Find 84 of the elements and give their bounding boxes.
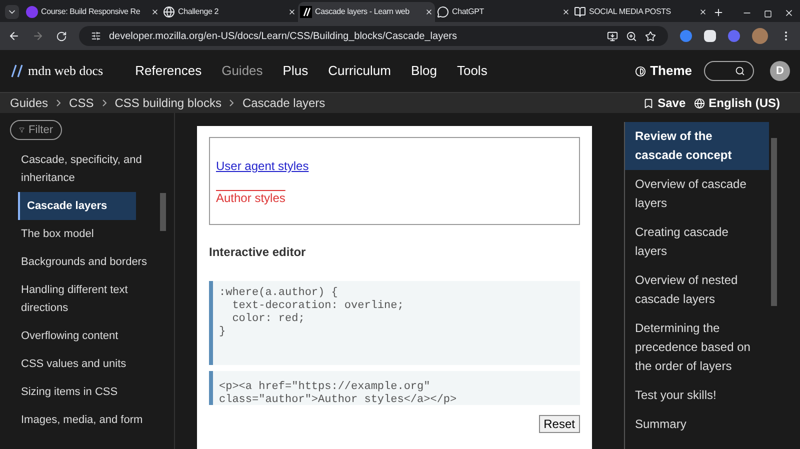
toc-link[interactable]: Determining the precedence based on the order of layers [625, 314, 769, 381]
toc-link[interactable]: Summary [625, 410, 769, 439]
html-editor[interactable]: <p><a href="https://example.org" class="author">Author styles</a></p> [209, 371, 580, 405]
sidebar-link[interactable]: CSS values and units [10, 350, 160, 378]
chevron-icon [56, 99, 62, 107]
close-icon[interactable] [151, 8, 159, 16]
site-logo[interactable]: mdn web docs [10, 61, 104, 81]
logo-icon [10, 64, 24, 78]
search-icon [735, 66, 745, 76]
code-line: text-decoration: overline; [231, 300, 405, 313]
filter-icon [19, 126, 25, 134]
close-icon[interactable] [699, 8, 707, 16]
nav-link[interactable]: Curriculum [328, 61, 391, 81]
toc-link[interactable]: Overview of nested cascade layers [625, 266, 769, 314]
breadcrumb-link[interactable]: CSS building blocks [114, 94, 222, 112]
url-field[interactable]: developer.mozilla.org/en-US/docs/Learn/CSS/Building_blocks/Cascade_layers [79, 26, 668, 46]
language-button[interactable]: English (US) [694, 94, 780, 112]
breadcrumb-link[interactable]: Guides [10, 94, 48, 112]
breadcrumb-link[interactable]: CSS [69, 94, 94, 112]
nav-link[interactable]: References [135, 61, 202, 81]
back-icon[interactable] [8, 30, 20, 42]
install-icon[interactable] [607, 30, 618, 42]
bookmark-star-icon[interactable] [645, 30, 656, 42]
example-link[interactable]: User agent styles [216, 157, 309, 175]
css-editor[interactable]: :where(a.author) { text-decoration: overline; color: red; } [209, 281, 580, 365]
site-info-icon[interactable] [91, 31, 101, 41]
book-icon [574, 6, 586, 18]
sidebar-link[interactable]: Handling different text directions [10, 276, 160, 322]
browser-tab[interactable]: Course: Build Responsive Re [24, 2, 161, 22]
scrollbar-thumb[interactable] [771, 138, 777, 306]
chevron-icon [102, 99, 107, 107]
globe-icon [163, 6, 175, 18]
toc-link[interactable]: Overview of cascade layers [625, 170, 769, 218]
breadcrumb-link[interactable]: Cascade layers [242, 94, 326, 112]
sidebar-link[interactable]: The box model [10, 220, 160, 248]
bookmark-icon [642, 98, 654, 108]
toc-link[interactable]: Review of the cascade concept [625, 122, 769, 170]
sidebar-link[interactable]: Cascade, specificity, and inheritance [10, 146, 160, 192]
filter-field[interactable]: Filter [10, 120, 62, 140]
browser-tab[interactable]: SOCIAL MEDIA POSTS [572, 2, 709, 22]
code-line: } [219, 326, 227, 339]
chat-icon [437, 6, 449, 18]
reload-icon[interactable] [56, 30, 67, 42]
section-heading: Interactive editor [209, 244, 307, 261]
logo-icon [300, 6, 312, 18]
zoom-icon[interactable] [626, 30, 637, 42]
profile-avatar[interactable] [752, 28, 768, 44]
example-link[interactable]: Author styles [216, 189, 286, 207]
search-button[interactable] [704, 61, 754, 81]
course-icon [26, 6, 38, 18]
sidebar-link[interactable]: Backgrounds and borders [10, 248, 160, 276]
sidebar-link[interactable]: Images, media, and form [10, 406, 160, 434]
close-icon[interactable] [562, 8, 570, 16]
sidebar-link[interactable]: Sizing items in CSS [10, 378, 160, 406]
code-line: color: red; [231, 313, 306, 326]
browser-tab[interactable]: Cascade layers - Learn web [298, 2, 435, 22]
tab-list-icon[interactable] [5, 5, 19, 19]
browser-tab[interactable]: Challenge 2 [161, 2, 298, 22]
code-line: :where(a.author) { [219, 287, 339, 300]
code-line: <p><a href="https://example.org" [219, 381, 432, 394]
nav-link[interactable]: Guides [222, 61, 263, 81]
browser-tab[interactable]: ChatGPT [435, 2, 572, 22]
scrollbar-thumb[interactable] [160, 193, 166, 231]
toc-link[interactable]: Test your skills! [625, 381, 769, 410]
save-button[interactable]: Save [642, 94, 686, 112]
extension-icon[interactable] [704, 30, 716, 42]
theme-button[interactable]: Theme [635, 61, 692, 81]
forward-icon[interactable] [32, 30, 44, 42]
nav-link[interactable]: Tools [456, 61, 488, 81]
globe-icon [694, 98, 705, 108]
code-line: class="author">Author styles</a></p> [219, 394, 458, 407]
new-tab-icon[interactable] [713, 7, 724, 18]
maximize-icon[interactable] [764, 10, 772, 18]
close-icon[interactable] [288, 8, 296, 16]
nav-link[interactable]: Plus [282, 61, 308, 81]
sidebar-link[interactable]: Overflowing content [10, 322, 160, 350]
theme-icon [635, 66, 646, 76]
close-icon[interactable] [784, 8, 794, 18]
close-icon[interactable] [425, 8, 433, 16]
nav-link[interactable]: Blog [410, 61, 437, 81]
reset-button[interactable]: Reset [538, 415, 580, 433]
toc-link[interactable]: Creating cascade layers [625, 218, 769, 266]
sidebar-link[interactable]: Cascade layers [18, 192, 136, 220]
chevron-icon [229, 99, 234, 107]
